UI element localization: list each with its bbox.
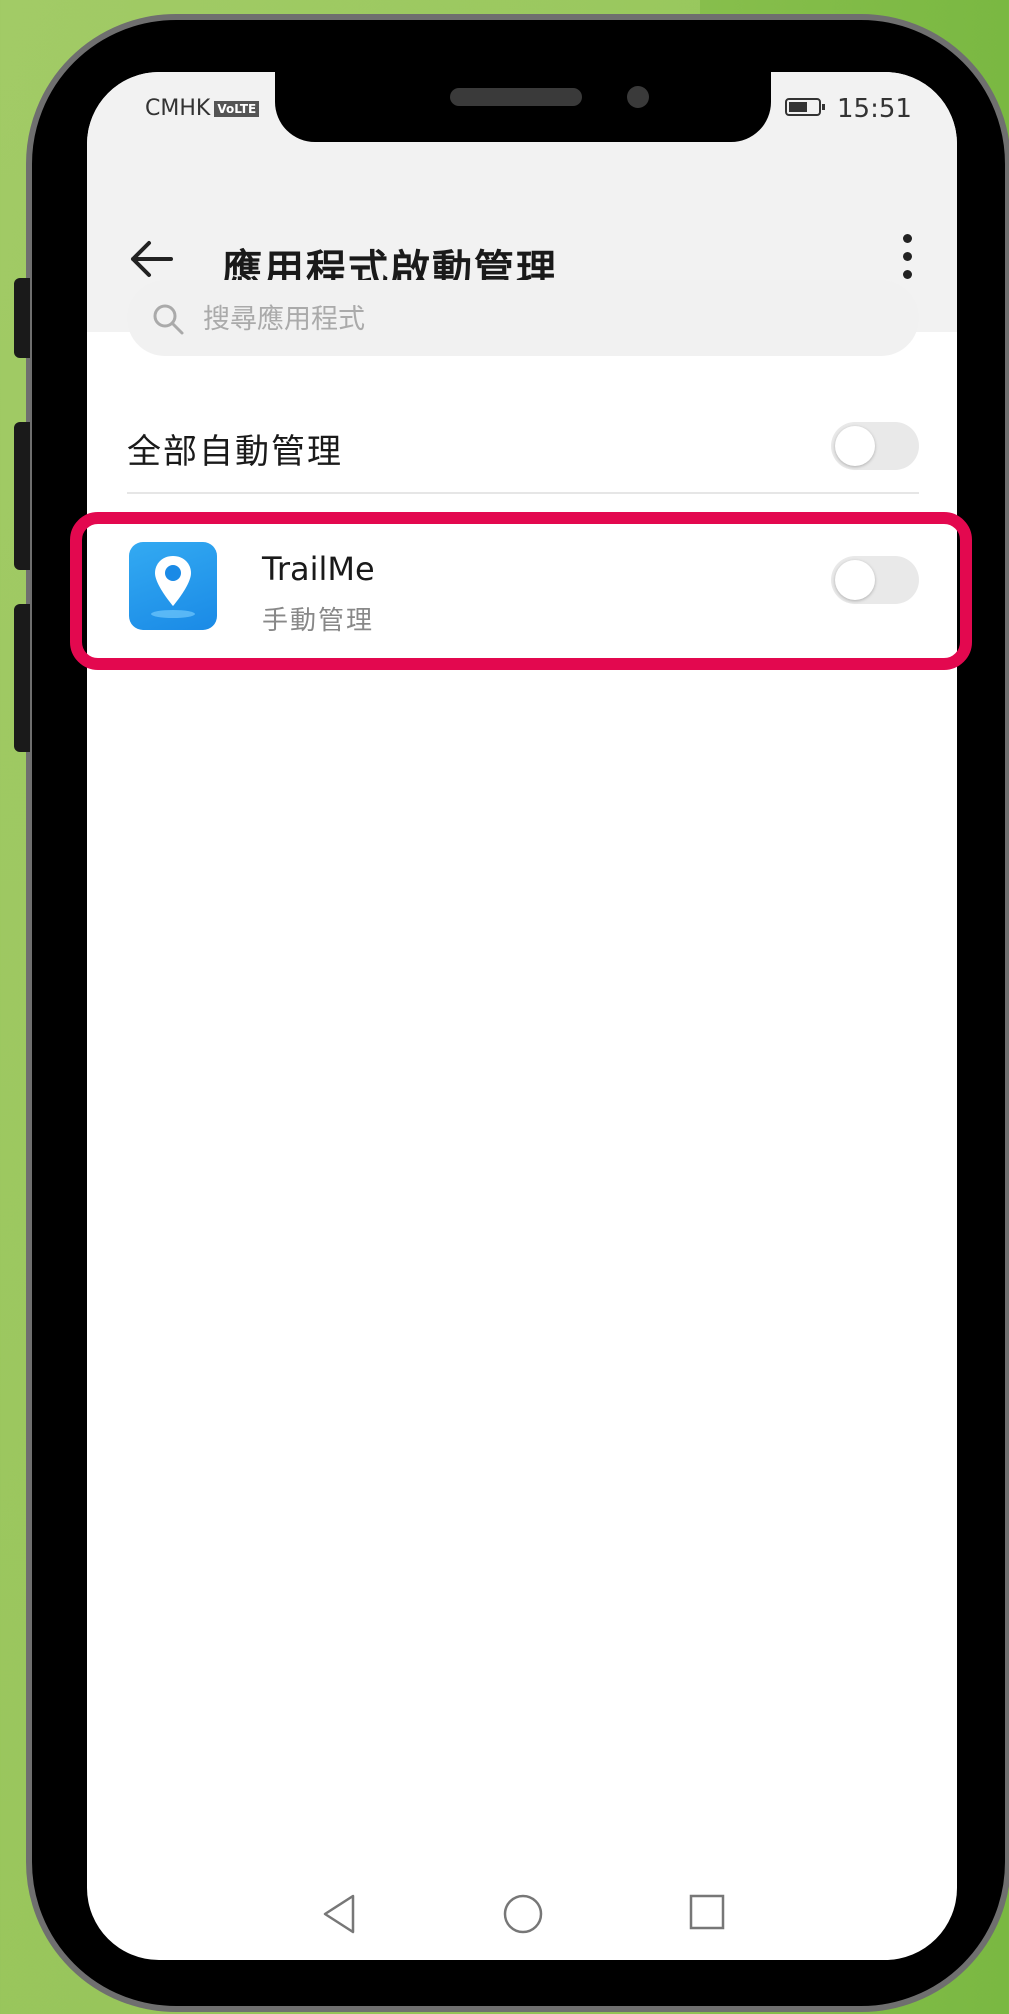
- volte-badge: VoLTE: [214, 101, 260, 117]
- triangle-back-icon: [323, 1894, 355, 1934]
- phone-camera: [627, 86, 649, 108]
- side-button-volume-down: [14, 604, 30, 752]
- circle-home-icon: [503, 1894, 543, 1934]
- auto-manage-all-row: 全部自動管理: [87, 390, 957, 502]
- search-input[interactable]: [201, 280, 885, 358]
- nav-home-button[interactable]: [501, 1892, 545, 1940]
- search-icon: [153, 304, 184, 335]
- square-recent-icon: [689, 1894, 725, 1930]
- status-time: 15:51: [837, 94, 912, 124]
- carrier-text: CMHK: [145, 96, 211, 121]
- navigation-bar: [87, 1892, 957, 1960]
- nav-back-button[interactable]: [319, 1892, 359, 1940]
- side-button-mute: [14, 278, 30, 358]
- battery-icon: [785, 98, 825, 116]
- phone-speaker: [450, 88, 582, 106]
- nav-recent-button[interactable]: [687, 1892, 727, 1936]
- toggle-knob: [835, 426, 875, 466]
- phone-notch: [275, 72, 771, 142]
- side-button-volume-up: [14, 422, 30, 570]
- carrier-label: CMHKVoLTE .: [145, 96, 290, 121]
- phone-screen: CMHKVoLTE . 15:51 應用程式啟動管理 全部自動管理: [87, 72, 957, 1960]
- divider: [127, 492, 919, 494]
- highlight-box: [70, 512, 972, 670]
- more-vert-icon: [897, 234, 917, 279]
- arrow-left-icon: [131, 241, 173, 277]
- more-options-button[interactable]: [897, 234, 917, 286]
- search-bar[interactable]: [127, 280, 919, 358]
- auto-manage-all-label: 全部自動管理: [127, 432, 343, 472]
- back-button[interactable]: [127, 234, 177, 284]
- auto-manage-all-toggle[interactable]: [831, 422, 919, 470]
